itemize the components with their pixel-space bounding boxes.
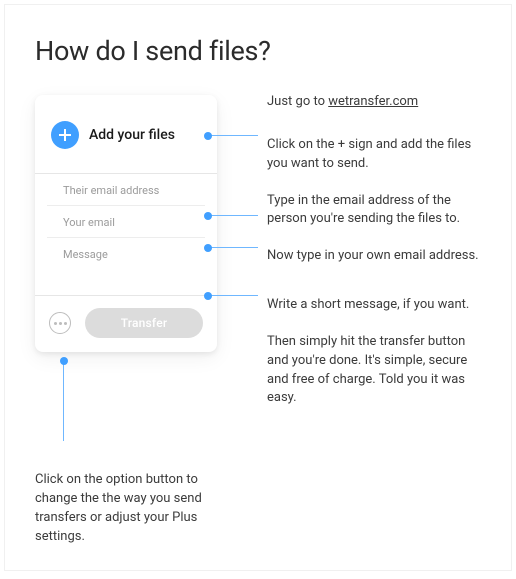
plus-icon	[51, 121, 79, 149]
add-files-label: Add your files	[89, 127, 175, 143]
callout-line	[208, 215, 258, 216]
page-title: How do I send files?	[35, 35, 481, 67]
wetransfer-link[interactable]: wetransfer.com	[328, 94, 418, 109]
callout-line-vertical	[63, 361, 64, 441]
instructions: Just go to wetransfer.com Click on the +…	[267, 95, 481, 426]
step-click-plus: Click on the + sign and add the files yo…	[267, 136, 481, 174]
callout-line	[208, 295, 258, 296]
add-files-button[interactable]: Add your files	[35, 95, 217, 173]
step-goto: Just go to wetransfer.com	[267, 93, 481, 112]
step-your-email: Now type in your own email address.	[267, 247, 481, 266]
options-caption: Click on the option button to change the…	[35, 471, 225, 546]
step-their-email: Type in the email address of the person …	[267, 192, 481, 230]
their-email-field[interactable]: Their email address	[47, 174, 205, 206]
step-message: Write a short message, if you want.	[267, 296, 481, 315]
step-transfer: Then simply hit the transfer button and …	[267, 333, 481, 408]
callout-line	[208, 247, 258, 248]
transfer-card: Add your files Their email address Your …	[35, 95, 217, 352]
your-email-field[interactable]: Your email	[47, 206, 205, 238]
ellipsis-icon	[54, 322, 67, 325]
callout-line	[208, 135, 258, 136]
options-button[interactable]	[49, 312, 71, 334]
message-field[interactable]: Message	[47, 238, 205, 295]
transfer-button[interactable]: Transfer	[85, 308, 203, 338]
step-goto-prefix: Just go to	[267, 94, 328, 109]
